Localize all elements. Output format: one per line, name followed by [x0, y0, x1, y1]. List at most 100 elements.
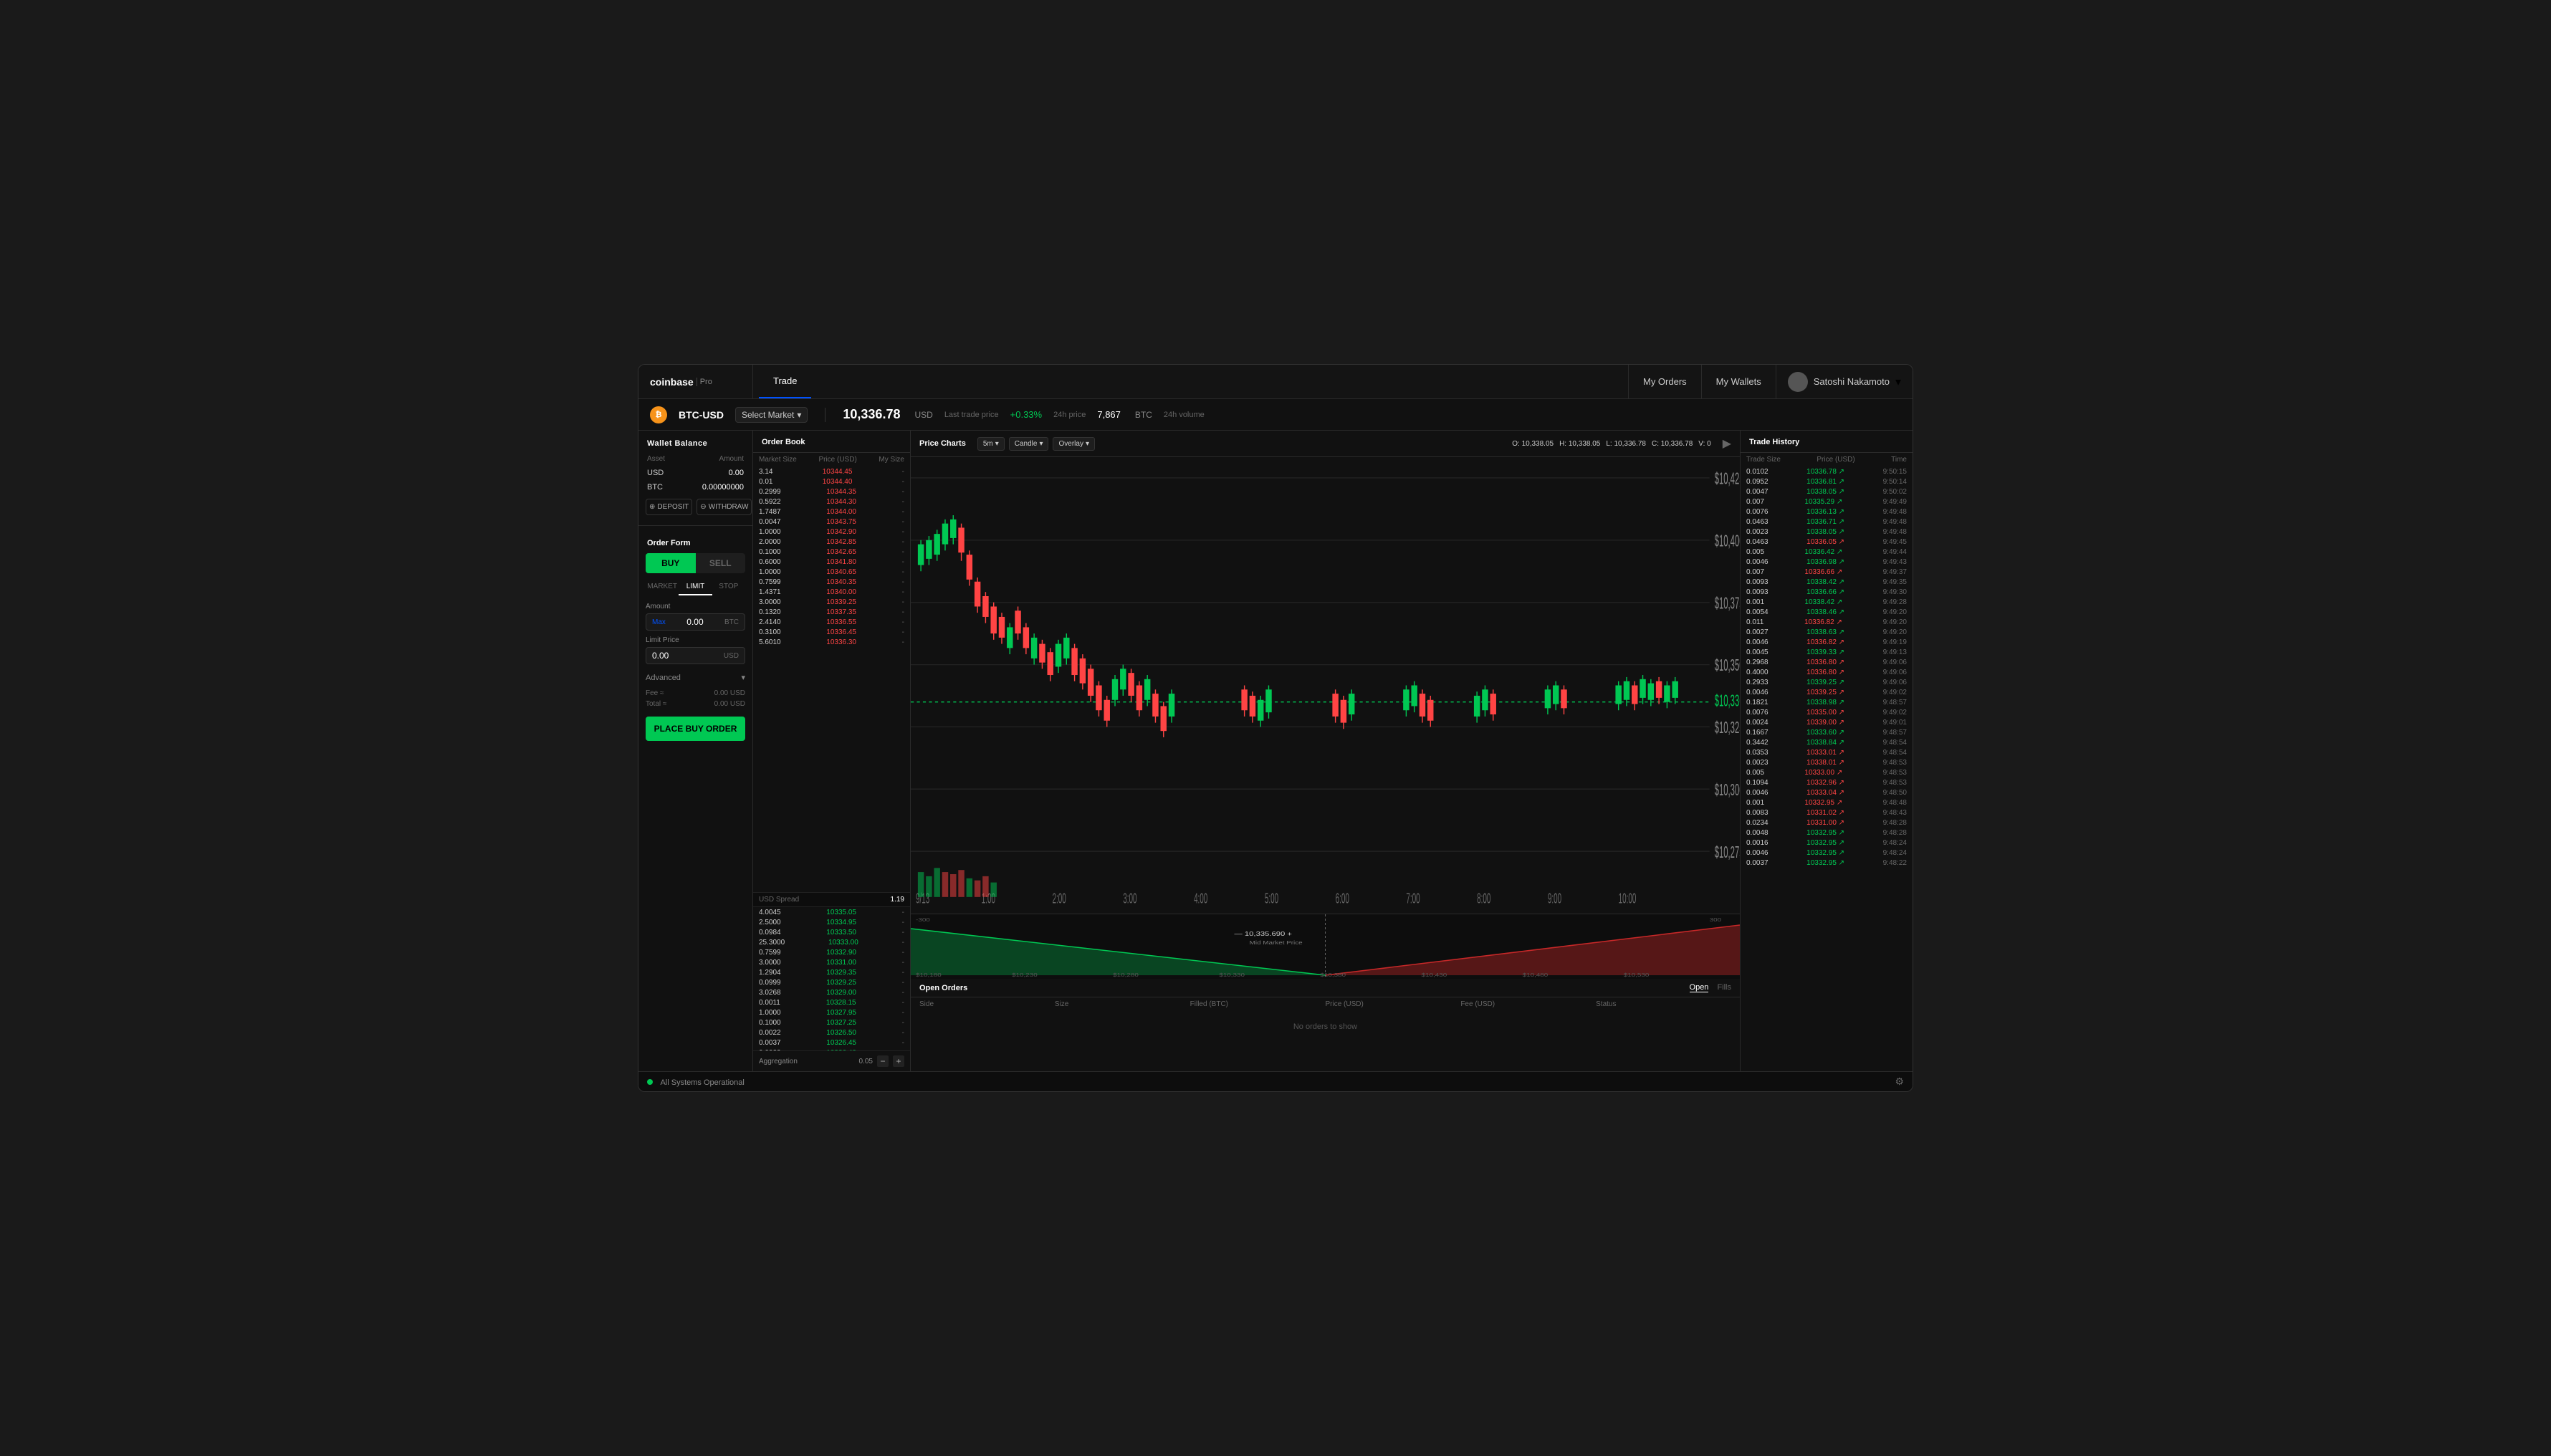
- svg-text:7:00: 7:00: [1406, 891, 1420, 907]
- max-label[interactable]: Max: [652, 618, 666, 626]
- ob-buy-row[interactable]: 1.0000 10327.95 -: [753, 1007, 910, 1017]
- chart-advance-icon[interactable]: ▶: [1723, 436, 1731, 451]
- ob-sell-row[interactable]: 0.1320 10337.35 -: [753, 607, 910, 617]
- chevron-down-icon: ▾: [995, 440, 999, 448]
- ob-buy-row[interactable]: 0.0037 10326.45 -: [753, 1038, 910, 1048]
- ob-sell-row[interactable]: 5.6010 10336.30 -: [753, 637, 910, 647]
- ob-buy-row[interactable]: 0.0999 10329.25 -: [753, 977, 910, 987]
- btc-icon: ₿: [650, 406, 667, 423]
- trade-history-list: 0.0102 10336.78 ↗ 9:50:15 0.0952 10336.8…: [1741, 466, 1913, 1071]
- trade-history-row: 0.005 10333.00 ↗ 9:48:53: [1741, 767, 1913, 777]
- timeframe-dropdown[interactable]: 5m ▾: [977, 437, 1005, 451]
- ob-buy-row[interactable]: 1.2904 10329.35 -: [753, 967, 910, 977]
- stop-tab[interactable]: STOP: [712, 579, 745, 595]
- limit-tab[interactable]: LIMIT: [679, 579, 712, 595]
- open-tab[interactable]: Open: [1690, 983, 1709, 992]
- buy-tab[interactable]: BUY: [646, 553, 696, 573]
- withdraw-button[interactable]: ⊖ WITHDRAW: [697, 499, 752, 515]
- agg-decrease-button[interactable]: −: [877, 1055, 889, 1067]
- my-wallets-button[interactable]: My Wallets: [1701, 365, 1776, 398]
- trade-history-row: 0.001 10332.95 ↗ 9:48:48: [1741, 798, 1913, 808]
- th-col-size: Trade Size: [1746, 456, 1781, 464]
- ob-sell-row[interactable]: 2.0000 10342.85 -: [753, 537, 910, 547]
- settings-icon[interactable]: ⚙: [1895, 1076, 1904, 1088]
- market-tab[interactable]: MARKET: [646, 579, 679, 595]
- ob-sell-row[interactable]: 0.5922 10344.30 -: [753, 497, 910, 507]
- svg-text:$10,230: $10,230: [1012, 972, 1038, 977]
- ob-col-price: Price (USD): [818, 456, 856, 464]
- overlay-dropdown[interactable]: Overlay ▾: [1053, 437, 1094, 451]
- my-orders-button[interactable]: My Orders: [1628, 365, 1701, 398]
- chart-type-dropdown[interactable]: Candle ▾: [1009, 437, 1049, 451]
- ob-sell-row[interactable]: 0.6000 10341.80 -: [753, 557, 910, 567]
- nav-tab-trade[interactable]: Trade: [759, 365, 811, 398]
- trade-history-row: 0.0047 10338.05 ↗ 9:50:02: [1741, 487, 1913, 497]
- th-col-price: Price (USD): [1817, 456, 1854, 464]
- svg-text:6:00: 6:00: [1336, 891, 1349, 907]
- ticker-bar: ₿ BTC-USD Select Market ▾ 10,336.78 USD …: [638, 399, 1913, 431]
- deposit-button[interactable]: ⊕ DEPOSIT: [646, 499, 692, 515]
- svg-text:$10,325: $10,325: [1715, 719, 1740, 737]
- pair-name: BTC-USD: [679, 409, 724, 421]
- ob-buy-row[interactable]: 0.0011 10328.15 -: [753, 997, 910, 1007]
- trade-history-row: 0.0046 10336.98 ↗ 9:49:43: [1741, 557, 1913, 567]
- ob-buy-row[interactable]: 3.0268 10329.00 -: [753, 987, 910, 997]
- candlestick-chart[interactable]: $10,425 $10,400 $10,375 $10,350 $10,336.…: [911, 457, 1740, 914]
- trade-history-row: 0.0046 10339.25 ↗ 9:49:02: [1741, 687, 1913, 697]
- user-area[interactable]: Satoshi Nakamoto ▾: [1776, 365, 1913, 398]
- ob-buy-row[interactable]: 3.0000 10331.00 -: [753, 957, 910, 967]
- ob-sell-row[interactable]: 3.14 10344.45 -: [753, 466, 910, 476]
- ob-aggregation-row: Aggregation 0.05 − +: [753, 1050, 910, 1071]
- ob-sell-row[interactable]: 0.01 10344.40 -: [753, 476, 910, 487]
- limit-price-unit: USD: [724, 652, 739, 660]
- agg-increase-button[interactable]: +: [893, 1055, 904, 1067]
- fee-row: Fee ≈ 0.00 USD: [638, 688, 752, 699]
- trade-history-row: 0.0046 10333.04 ↗ 9:48:50: [1741, 787, 1913, 798]
- sell-tab[interactable]: SELL: [696, 553, 746, 573]
- oo-col-price: Price (USD): [1325, 1000, 1460, 1008]
- ob-buy-row[interactable]: 25.3000 10333.00 -: [753, 937, 910, 947]
- advanced-toggle[interactable]: Advanced ▾: [638, 670, 752, 688]
- oo-col-status: Status: [1596, 1000, 1731, 1008]
- ob-sell-row[interactable]: 0.2999 10344.35 -: [753, 487, 910, 497]
- ob-buy-row[interactable]: 4.0045 10335.05 -: [753, 907, 910, 917]
- ob-sell-row[interactable]: 0.1000 10342.65 -: [753, 547, 910, 557]
- ob-buy-row[interactable]: 0.0022 10326.50 -: [753, 1028, 910, 1038]
- place-order-button[interactable]: PLACE BUY ORDER: [646, 717, 745, 741]
- ob-sell-row[interactable]: 0.0047 10343.75 -: [753, 517, 910, 527]
- ob-buy-row[interactable]: 0.0023 10326.40 -: [753, 1048, 910, 1050]
- aggregation-controls: 0.05 − +: [859, 1055, 904, 1067]
- ob-buy-row[interactable]: 0.0984 10333.50 -: [753, 927, 910, 937]
- btc-amount: 0.00000000: [702, 483, 744, 492]
- fills-tab[interactable]: Fills: [1717, 983, 1731, 992]
- amount-value: 0.00: [686, 617, 703, 627]
- amount-input-row[interactable]: Max 0.00 BTC: [646, 613, 745, 631]
- usd-wallet-row: USD 0.00: [638, 466, 752, 480]
- ob-sell-row[interactable]: 0.7599 10340.35 -: [753, 577, 910, 587]
- ob-sell-row[interactable]: 2.4140 10336.55 -: [753, 617, 910, 627]
- ob-sell-row[interactable]: 1.4371 10340.00 -: [753, 587, 910, 597]
- trade-history-row: 0.0463 10336.71 ↗ 9:49:48: [1741, 517, 1913, 527]
- limit-price-value: 0.00: [652, 651, 669, 661]
- wallet-balance-title: Wallet Balance: [638, 431, 752, 452]
- wallet-header: Asset Amount: [638, 452, 752, 466]
- market-select-dropdown[interactable]: Select Market ▾: [735, 407, 808, 423]
- wallet-table: Asset Amount USD 0.00 BTC 0.00000000: [638, 452, 752, 494]
- ob-buy-row[interactable]: 2.5000 10334.95 -: [753, 917, 910, 927]
- ob-sell-row[interactable]: 1.0000 10340.65 -: [753, 567, 910, 577]
- trade-history-row: 0.011 10336.82 ↗ 9:49:20: [1741, 617, 1913, 627]
- volume: 7,867: [1097, 409, 1121, 420]
- o-label: O: 10,338.05: [1512, 440, 1554, 448]
- ob-sell-row[interactable]: 1.7487 10344.00 -: [753, 507, 910, 517]
- trade-history-row: 0.0952 10336.81 ↗ 9:50:14: [1741, 476, 1913, 487]
- limit-price-label: Limit Price: [646, 636, 745, 644]
- svg-text:5:00: 5:00: [1265, 891, 1278, 907]
- ob-sell-row[interactable]: 3.0000 10339.25 -: [753, 597, 910, 607]
- buy-orders-list: 4.0045 10335.05 - 2.5000 10334.95 - 0.09…: [753, 907, 910, 1050]
- header: coinbase Pro Trade My Orders My Wallets …: [638, 365, 1913, 399]
- ob-buy-row[interactable]: 0.7599 10332.90 -: [753, 947, 910, 957]
- ob-sell-row[interactable]: 1.0000 10342.90 -: [753, 527, 910, 537]
- limit-price-input-row[interactable]: 0.00 USD: [646, 647, 745, 664]
- ob-buy-row[interactable]: 0.1000 10327.25 -: [753, 1017, 910, 1028]
- ob-sell-row[interactable]: 0.3100 10336.45 -: [753, 627, 910, 637]
